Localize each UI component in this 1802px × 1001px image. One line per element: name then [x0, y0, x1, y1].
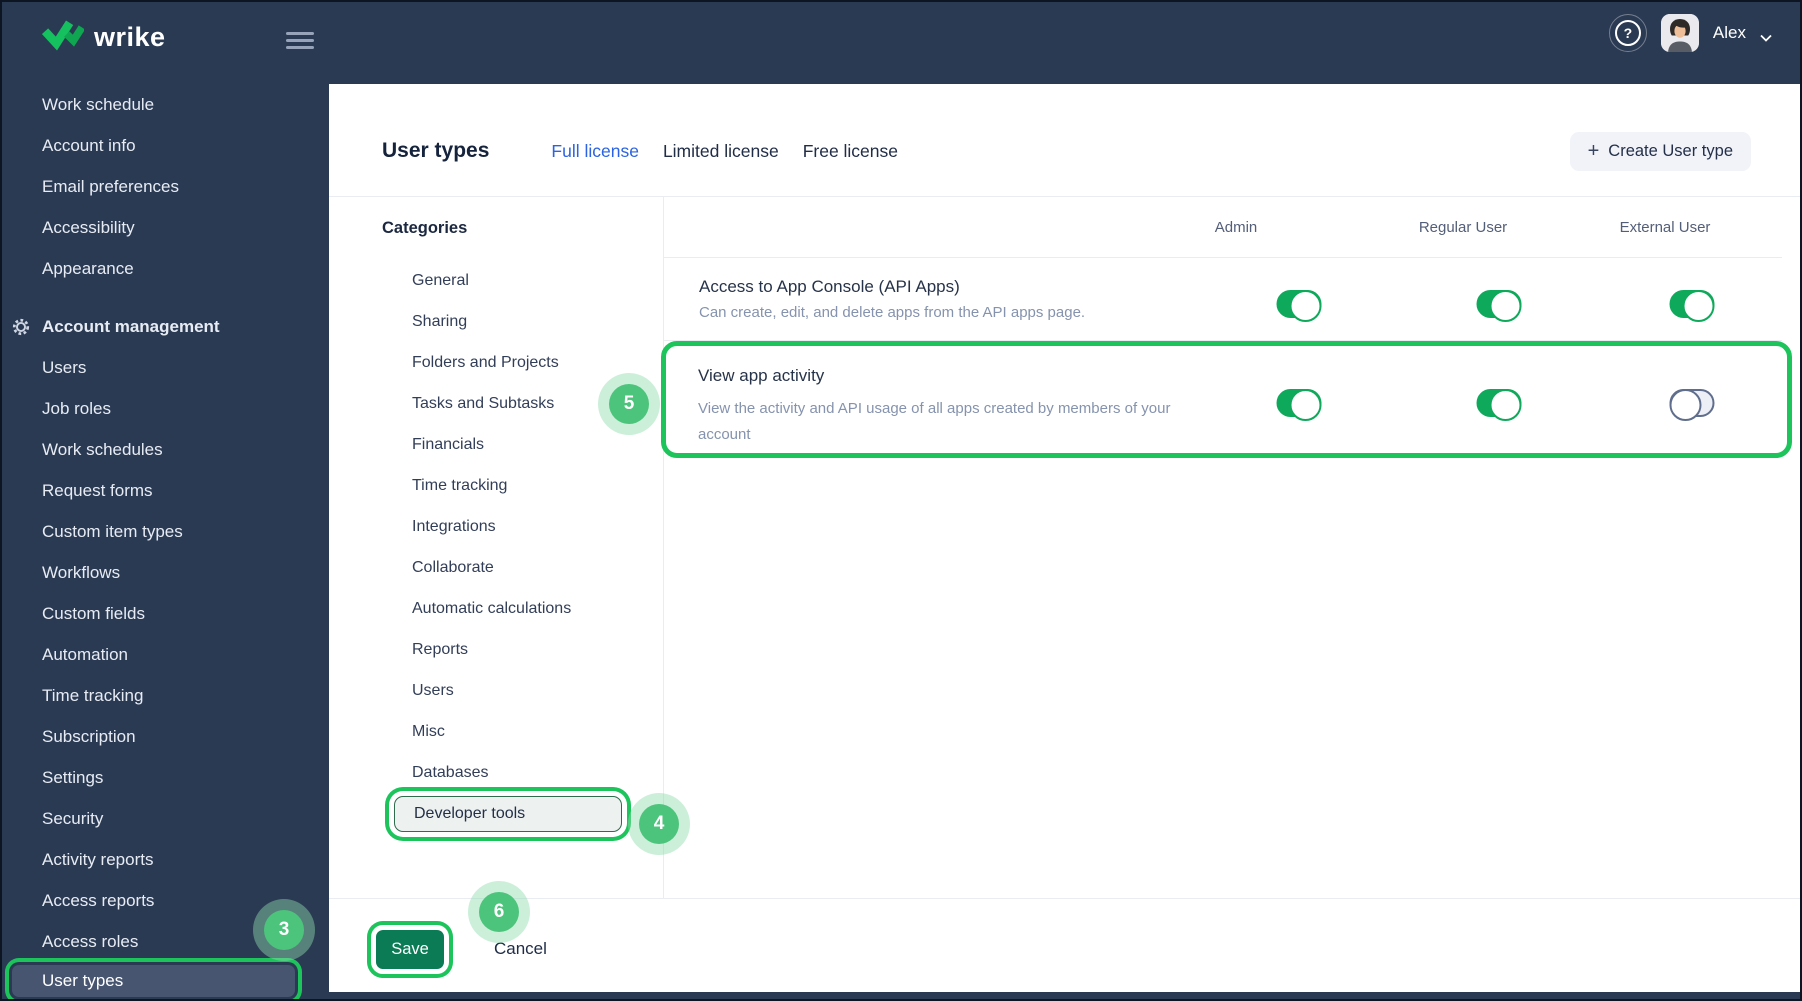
sidebar-item-custom-fields[interactable]: Custom fields	[2, 593, 329, 634]
tab-limited-license[interactable]: Limited license	[663, 141, 779, 162]
categories-panel: Categories General Sharing Folders and Pro…	[329, 197, 664, 898]
sidebar-item-security[interactable]: Security	[2, 798, 329, 839]
sidebar-item-custom-item-types[interactable]: Custom item types	[2, 511, 329, 552]
annotation-badge-3: 3	[253, 899, 315, 961]
toggle-app-console-external[interactable]	[1669, 290, 1715, 322]
annotation-badge-4: 4	[628, 793, 690, 855]
category-item-developer-tools[interactable]: Developer tools	[329, 793, 663, 834]
annotation-badge-6: 6	[468, 881, 530, 943]
license-tabs: Full license Limited license Free license	[551, 141, 898, 162]
chevron-down-icon[interactable]	[1760, 29, 1772, 42]
help-icon[interactable]: ?	[1608, 14, 1647, 52]
annotation-badge-5: 5	[598, 373, 660, 435]
sidebar-item-email-preferences[interactable]: Email preferences	[2, 166, 329, 207]
permissions-table: Admin Regular User External User Access …	[661, 197, 1800, 898]
user-name[interactable]: Alex	[1713, 23, 1746, 43]
category-item-databases[interactable]: Databases	[329, 752, 663, 793]
wrike-logo: wrike	[41, 18, 166, 57]
page-header: User types Full license Limited license Fr…	[329, 84, 1800, 197]
sidebar-item-request-forms[interactable]: Request forms	[2, 470, 329, 511]
wrike-logo-text: wrike	[94, 22, 166, 52]
tab-free-license[interactable]: Free license	[803, 141, 898, 162]
category-item-sharing[interactable]: Sharing	[329, 301, 663, 342]
category-item-automatic-calculations[interactable]: Automatic calculations	[329, 588, 663, 629]
topbar-right: ? Alex	[1608, 2, 1772, 64]
sidebar-item-job-roles[interactable]: Job roles	[2, 388, 329, 429]
sidebar-item-subscription[interactable]: Subscription	[2, 716, 329, 757]
toggle-view-activity-regular[interactable]	[1476, 389, 1522, 421]
sidebar-item-user-types-selected[interactable]: User types	[2, 962, 329, 999]
sidebar: Work schedule Account info Email preferenc…	[2, 84, 329, 999]
page-title: User types	[382, 139, 490, 162]
sidebar-item-appearance[interactable]: Appearance	[2, 248, 329, 289]
sidebar-item-accessibility[interactable]: Accessibility	[2, 207, 329, 248]
sidebar-item-users[interactable]: Users	[2, 347, 329, 388]
sidebar-item-work-schedules[interactable]: Work schedules	[2, 429, 329, 470]
toggle-app-console-admin[interactable]	[1276, 290, 1322, 322]
table-row-app-console: Access to App Console (API Apps) Can cre…	[664, 258, 1782, 341]
main-content: User types Full license Limited license Fr…	[329, 84, 1800, 992]
toggle-app-console-regular[interactable]	[1476, 290, 1522, 322]
sidebar-top-list: Work schedule Account info Email preferenc…	[2, 84, 329, 289]
save-button[interactable]: Save	[376, 930, 444, 969]
row-description: Can create, edit, and delete apps from t…	[699, 304, 1086, 321]
sidebar-item-time-tracking[interactable]: Time tracking	[2, 675, 329, 716]
tab-full-license[interactable]: Full license	[551, 141, 639, 162]
create-user-type-button[interactable]: + Create User type	[1569, 131, 1751, 171]
hamburger-icon[interactable]	[286, 29, 314, 51]
row-title: Access to App Console (API Apps)	[699, 277, 960, 296]
categories-label: Categories	[382, 219, 468, 237]
sidebar-item-settings[interactable]: Settings	[2, 757, 329, 798]
category-item-users[interactable]: Users	[329, 670, 663, 711]
row-description: View the activity and API usage of all a…	[698, 400, 1171, 443]
sidebar-item-workflows[interactable]: Workflows	[2, 552, 329, 593]
row-title: View app activity	[698, 366, 825, 385]
category-item-general[interactable]: General	[329, 260, 663, 301]
sidebar-item-account-info[interactable]: Account info	[2, 125, 329, 166]
toggle-view-activity-admin[interactable]	[1276, 389, 1322, 421]
table-header-row: Admin Regular User External User	[664, 197, 1782, 258]
topbar: wrike ? Alex	[2, 2, 1800, 84]
table-row-view-app-activity-highlighted: View app activity View the activity and …	[661, 341, 1792, 458]
app-window: wrike ? Alex Work schedule Account info Em…	[0, 0, 1802, 1001]
categories-list: General Sharing Folders and Projects Tasks …	[329, 260, 663, 834]
gear-icon	[12, 318, 30, 336]
category-item-integrations[interactable]: Integrations	[329, 506, 663, 547]
category-item-time-tracking[interactable]: Time tracking	[329, 465, 663, 506]
sidebar-item-work-schedule[interactable]: Work schedule	[2, 84, 329, 125]
wrike-logo-icon	[41, 18, 86, 57]
sidebar-item-automation[interactable]: Automation	[2, 634, 329, 675]
avatar[interactable]	[1660, 14, 1699, 52]
main-body: Categories General Sharing Folders and Pro…	[329, 197, 1800, 898]
sidebar-section-account-management[interactable]: Account management	[2, 306, 329, 347]
category-item-reports[interactable]: Reports	[329, 629, 663, 670]
column-header-external-user: External User	[1619, 219, 1711, 236]
plus-icon: +	[1587, 140, 1600, 162]
column-header-regular-user: Regular User	[1418, 219, 1508, 236]
column-header-admin: Admin	[1214, 219, 1258, 236]
category-item-misc[interactable]: Misc	[329, 711, 663, 752]
toggle-view-activity-external[interactable]	[1669, 389, 1715, 421]
sidebar-item-activity-reports[interactable]: Activity reports	[2, 839, 329, 880]
footer-actions: Save Cancel	[329, 898, 1800, 992]
category-item-collaborate[interactable]: Collaborate	[329, 547, 663, 588]
